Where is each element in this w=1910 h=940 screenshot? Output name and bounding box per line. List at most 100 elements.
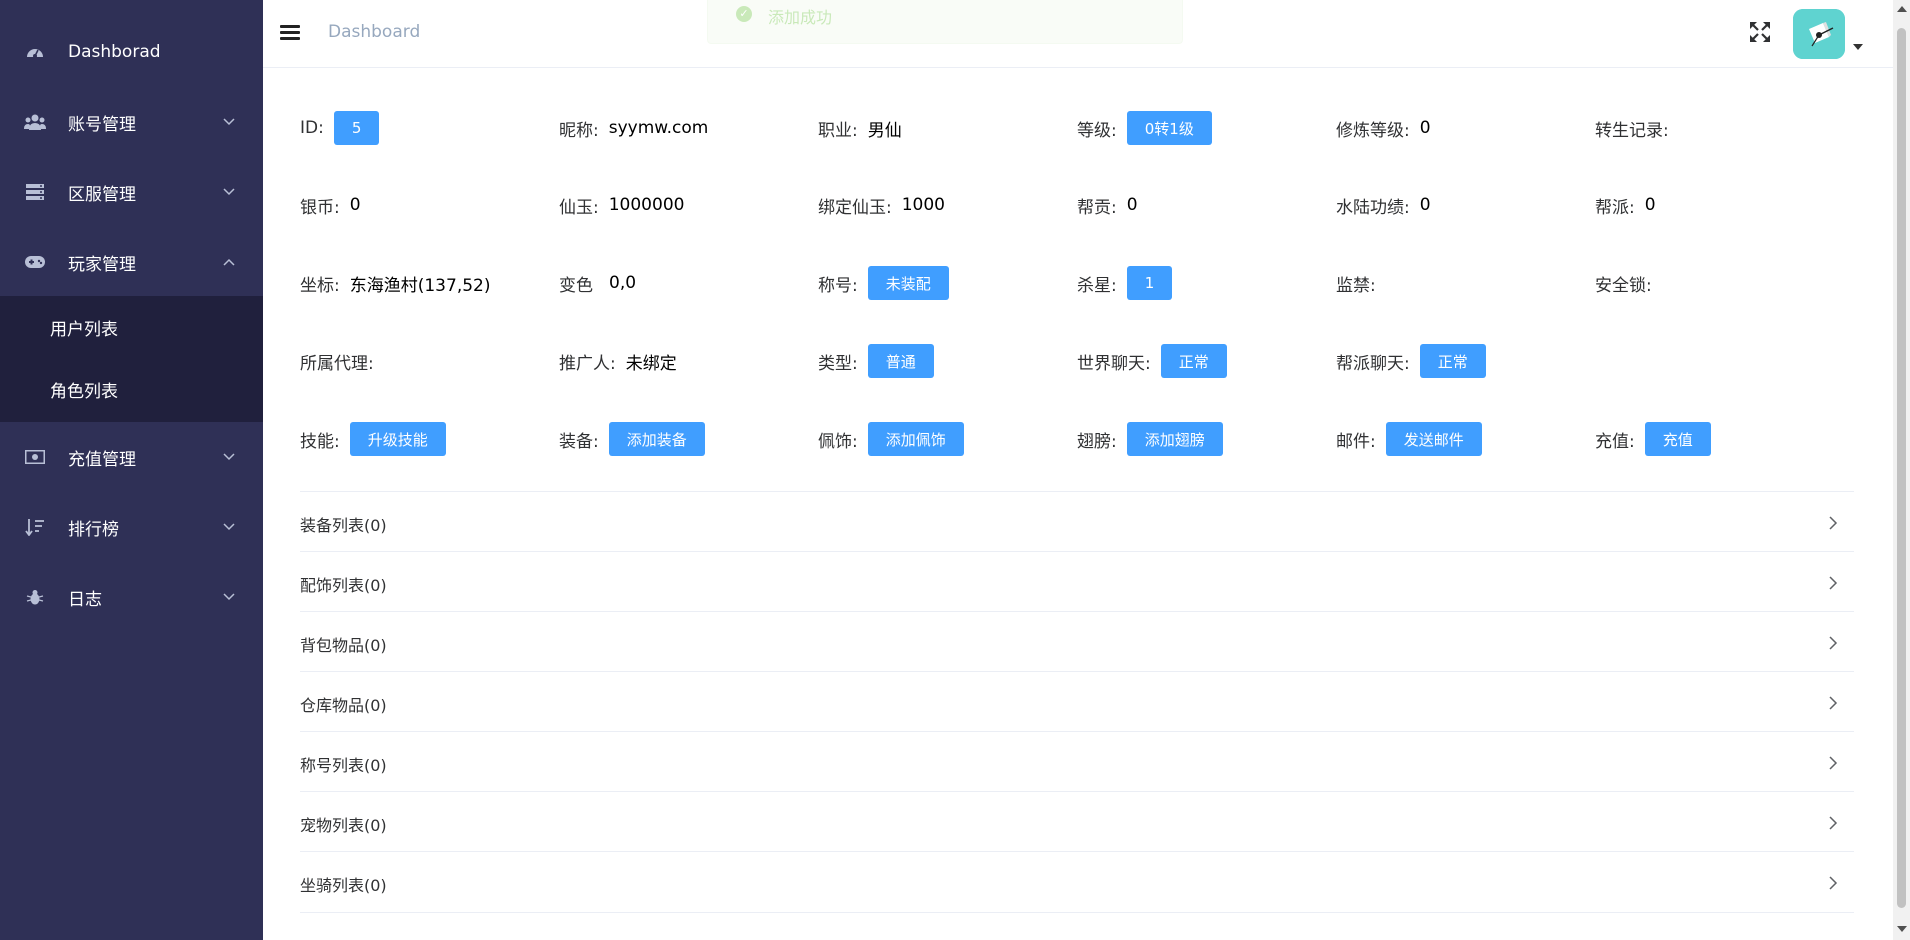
sidebar-item-label: 日志 bbox=[68, 589, 102, 610]
divider bbox=[300, 912, 1854, 913]
sidebar: Dashborad 账号管理 区服管理 玩家管理 用户列表 角色列表 充值管理 … bbox=[0, 0, 263, 940]
field-accessory: 佩饰: 添加佩饰 bbox=[818, 422, 964, 456]
field-security-lock: 安全锁: bbox=[1595, 275, 1652, 296]
sidebar-subitem-user-list[interactable]: 用户列表 bbox=[0, 296, 263, 358]
chevron-right-icon bbox=[1828, 815, 1840, 830]
field-title: 称号: 未装配 bbox=[818, 266, 949, 300]
field-agent: 所属代理: bbox=[300, 353, 374, 374]
field-equip: 装备: 添加装备 bbox=[559, 422, 705, 456]
title-tag[interactable]: 未装配 bbox=[867, 266, 949, 300]
field-guild: 帮派: 0 bbox=[1595, 195, 1656, 218]
field-guild-chat: 帮派聊天: 正常 bbox=[1336, 344, 1486, 378]
sidebar-item-label: 区服管理 bbox=[68, 184, 136, 205]
field-mail: 邮件: 发送邮件 bbox=[1336, 422, 1482, 456]
collapse-pet-list[interactable]: 宠物列表(0) bbox=[300, 791, 1854, 851]
sidebar-subitem-label: 用户列表 bbox=[50, 319, 118, 340]
type-tag[interactable]: 普通 bbox=[867, 344, 934, 378]
field-profession: 职业: 男仙 bbox=[818, 120, 902, 141]
scroll-thumb[interactable] bbox=[1897, 28, 1906, 908]
world-chat-tag[interactable]: 正常 bbox=[1160, 344, 1227, 378]
level-tag[interactable]: 0转1级 bbox=[1126, 111, 1212, 145]
collapse-accessory-list[interactable]: 配饰列表(0) bbox=[300, 551, 1854, 611]
field-id: ID: 5 bbox=[300, 111, 380, 145]
add-accessory-button[interactable]: 添加佩饰 bbox=[867, 422, 964, 456]
field-jade: 仙玉: 1000000 bbox=[559, 195, 685, 218]
sidebar-item-dashboard[interactable]: Dashborad bbox=[0, 17, 263, 87]
field-merit: 水陆功绩: 0 bbox=[1336, 195, 1431, 218]
caret-down-icon[interactable] bbox=[1853, 44, 1863, 50]
breadcrumb[interactable]: Dashboard bbox=[328, 22, 420, 42]
field-world-chat: 世界聊天: 正常 bbox=[1077, 344, 1227, 378]
chevron-down-icon bbox=[223, 451, 235, 463]
upgrade-skill-button[interactable]: 升级技能 bbox=[349, 422, 446, 456]
check-circle-icon: ✓ bbox=[736, 6, 752, 22]
success-toast: ✓ 添加成功 bbox=[707, 0, 1183, 44]
avatar[interactable] bbox=[1793, 9, 1845, 59]
sidebar-subitem-label: 角色列表 bbox=[50, 381, 118, 402]
sidebar-item-label: Dashborad bbox=[68, 42, 161, 62]
gamepad-icon bbox=[24, 251, 46, 273]
users-icon bbox=[24, 111, 46, 133]
collapse-mount-list[interactable]: 坐骑列表(0) bbox=[300, 851, 1854, 911]
sidebar-item-label: 充值管理 bbox=[68, 449, 136, 470]
money-icon bbox=[24, 446, 46, 468]
fullscreen-icon[interactable] bbox=[1749, 21, 1773, 45]
collapse-equipment-list[interactable]: 装备列表(0) bbox=[300, 491, 1854, 551]
scroll-down-arrow-icon[interactable] bbox=[1897, 926, 1907, 932]
vertical-scrollbar[interactable] bbox=[1893, 0, 1910, 940]
kill-tag[interactable]: 1 bbox=[1126, 266, 1173, 300]
field-contribution: 帮贡: 0 bbox=[1077, 195, 1138, 218]
collapse-backpack-items[interactable]: 背包物品(0) bbox=[300, 611, 1854, 671]
sidebar-item-logs[interactable]: 日志 bbox=[0, 562, 263, 632]
hamburger-menu-icon[interactable] bbox=[280, 23, 300, 43]
scroll-up-arrow-icon[interactable] bbox=[1897, 6, 1907, 12]
chevron-down-icon bbox=[223, 591, 235, 603]
sidebar-item-label: 玩家管理 bbox=[68, 254, 136, 275]
chevron-right-icon bbox=[1828, 515, 1840, 530]
field-silver: 银币: 0 bbox=[300, 195, 361, 218]
recharge-button[interactable]: 充值 bbox=[1644, 422, 1711, 456]
sort-icon bbox=[24, 516, 46, 538]
chevron-down-icon bbox=[223, 186, 235, 198]
chevron-right-icon bbox=[1828, 755, 1840, 770]
sidebar-item-recharge[interactable]: 充值管理 bbox=[0, 422, 263, 492]
sidebar-item-accounts[interactable]: 账号管理 bbox=[0, 87, 263, 157]
field-wing: 翅膀: 添加翅膀 bbox=[1077, 422, 1223, 456]
send-mail-button[interactable]: 发送邮件 bbox=[1385, 422, 1482, 456]
field-recharge: 充值: 充值 bbox=[1595, 422, 1711, 456]
field-kill: 杀星: 1 bbox=[1077, 266, 1173, 300]
add-equipment-button[interactable]: 添加装备 bbox=[608, 422, 705, 456]
toast-message: 添加成功 bbox=[768, 8, 833, 27]
field-coordinate: 坐标: 东海渔村(137,52) bbox=[300, 275, 491, 296]
chevron-down-icon bbox=[223, 521, 235, 533]
sidebar-item-label: 排行榜 bbox=[68, 519, 119, 540]
chevron-right-icon bbox=[1828, 575, 1840, 590]
field-rebirth: 转生记录: bbox=[1595, 120, 1669, 141]
bug-icon bbox=[24, 586, 46, 608]
field-cultivation: 修炼等级: 0 bbox=[1336, 118, 1431, 141]
dashboard-gauge-icon bbox=[24, 41, 46, 63]
collapse-title-list[interactable]: 称号列表(0) bbox=[300, 731, 1854, 791]
field-jail: 监禁: bbox=[1336, 275, 1376, 296]
chevron-right-icon bbox=[1828, 695, 1840, 710]
sidebar-item-ranking[interactable]: 排行榜 bbox=[0, 492, 263, 562]
id-tag[interactable]: 5 bbox=[333, 111, 380, 145]
field-level: 等级: 0转1级 bbox=[1077, 111, 1212, 145]
field-promoter: 推广人: 未绑定 bbox=[559, 353, 677, 374]
sidebar-item-label: 账号管理 bbox=[68, 114, 136, 135]
field-skill: 技能: 升级技能 bbox=[300, 422, 446, 456]
sidebar-item-servers[interactable]: 区服管理 bbox=[0, 157, 263, 227]
sidebar-subitem-role-list[interactable]: 角色列表 bbox=[0, 358, 263, 420]
field-bound-jade: 绑定仙玉: 1000 bbox=[818, 195, 945, 218]
chevron-down-icon bbox=[223, 116, 235, 128]
collapse-warehouse-items[interactable]: 仓库物品(0) bbox=[300, 671, 1854, 731]
chevron-right-icon bbox=[1828, 875, 1840, 890]
field-type: 类型: 普通 bbox=[818, 344, 934, 378]
server-icon bbox=[24, 181, 46, 203]
guild-chat-tag[interactable]: 正常 bbox=[1419, 344, 1486, 378]
field-nickname: 昵称: syymw.com bbox=[559, 118, 709, 141]
sidebar-item-players[interactable]: 玩家管理 bbox=[0, 227, 263, 297]
chevron-up-icon bbox=[223, 256, 235, 268]
add-wing-button[interactable]: 添加翅膀 bbox=[1126, 422, 1223, 456]
field-color: 变色 0,0 bbox=[559, 273, 637, 296]
